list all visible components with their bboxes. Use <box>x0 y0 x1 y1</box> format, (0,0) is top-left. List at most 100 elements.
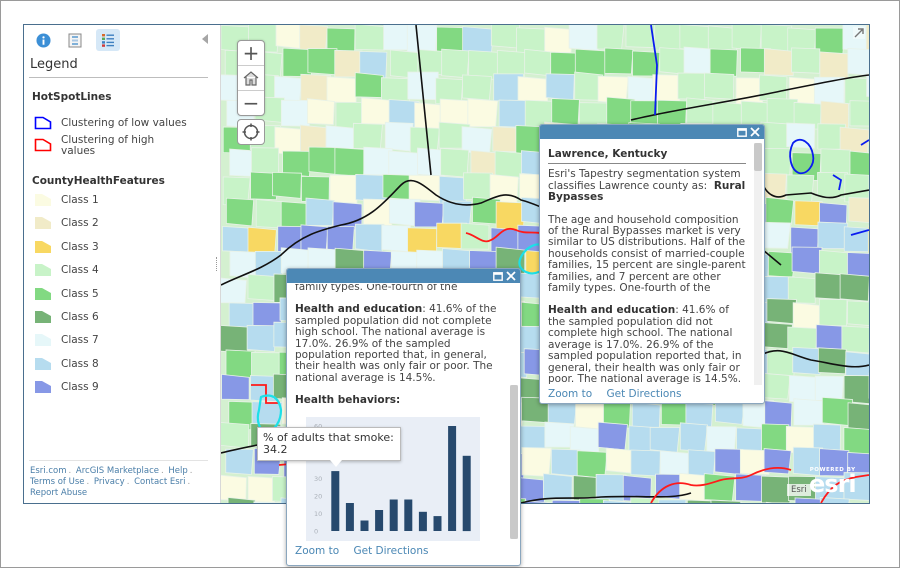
collapse-panel-arrow-icon[interactable] <box>202 34 208 44</box>
county-polygon <box>306 98 335 125</box>
red-outline-swatch-icon <box>34 138 52 152</box>
zoom-out-button[interactable]: − <box>238 91 264 115</box>
legend-label: Clustering of high values <box>61 134 155 157</box>
county-polygon <box>494 150 523 180</box>
county-polygon <box>407 227 438 255</box>
county-polygon <box>761 221 792 249</box>
fullscreen-toggle-icon[interactable] <box>853 27 865 39</box>
county-polygon <box>839 273 869 302</box>
county-polygon <box>406 25 438 54</box>
county-polygon <box>654 25 683 51</box>
bar-5 <box>389 499 398 531</box>
maximize-button[interactable] <box>737 126 747 138</box>
close-button[interactable] <box>506 270 516 282</box>
legend-label: Class 9 <box>61 381 99 394</box>
intro-text: Esri's Tapestry segmentation system clas… <box>548 168 741 192</box>
link-report-abuse[interactable]: Report Abuse <box>30 488 87 498</box>
scrollbar-thumb[interactable] <box>510 385 518 539</box>
county-polygon <box>763 147 792 177</box>
legend-label: Class 1 <box>61 194 99 206</box>
y-tick-label: 0 <box>314 528 318 536</box>
esri-logo[interactable]: POWERED BY esri <box>809 467 857 496</box>
close-icon <box>506 271 516 281</box>
popup-content: Lawrence, Kentucky Esri's Tapestry segme… <box>548 148 746 385</box>
sidebar-panel: Legend HotSpotLines Clustering of low va… <box>24 25 221 503</box>
county-polygon <box>847 402 869 432</box>
popup-scrollbar[interactable] <box>754 143 762 385</box>
popup-title: Lawrence, Kentucky <box>548 148 746 165</box>
county-polygon <box>381 224 411 253</box>
scrollbar-thumb[interactable] <box>754 143 762 171</box>
county-polygon <box>329 174 359 204</box>
class-swatch-icon <box>35 264 51 277</box>
county-polygon <box>247 476 277 503</box>
tab-content[interactable] <box>64 30 86 50</box>
close-button[interactable] <box>750 126 760 138</box>
county-polygon <box>763 448 792 475</box>
county-polygon <box>542 473 573 501</box>
county-polygon <box>246 324 277 352</box>
legend-label: Class 3 <box>61 240 99 253</box>
legend-label: Class 4 <box>61 264 99 277</box>
class-swatch-icon <box>35 381 51 394</box>
zoom-to-link[interactable]: Zoom to <box>295 545 339 557</box>
county-polygon <box>767 250 797 278</box>
locate-button[interactable] <box>237 119 265 145</box>
popup-actions: Zoom to Get Directions <box>548 388 692 400</box>
county-polygon <box>271 171 302 199</box>
county-polygon <box>225 197 255 227</box>
county-polygon <box>630 449 661 477</box>
health-text: : 41.6% of the sampled population did no… <box>548 304 742 385</box>
bar-1 <box>331 471 340 531</box>
county-polygon <box>384 121 414 152</box>
health-education-para: Health and education: 41.6% of the sampl… <box>295 304 501 384</box>
legend-item-class-2: Class 2 <box>34 216 99 234</box>
county-polygon <box>597 421 628 451</box>
link-arcgis-marketplace[interactable]: ArcGIS Marketplace <box>76 466 159 476</box>
legend-item-class-1: Class 1 <box>34 193 99 211</box>
map-attribution[interactable]: Esri <box>787 484 811 496</box>
class-swatch-icon <box>35 287 51 300</box>
county-polygon <box>545 73 575 101</box>
legend-title: Legend <box>30 57 78 72</box>
popup-titlebar <box>287 269 520 283</box>
county-polygon <box>354 72 384 98</box>
county-polygon <box>762 372 791 400</box>
segment-description: The age and household composition of the… <box>548 213 746 295</box>
panel-splitter-handle[interactable] <box>216 257 219 271</box>
county-polygon <box>814 375 845 402</box>
get-directions-link[interactable]: Get Directions <box>607 388 682 400</box>
county-polygon <box>704 72 735 100</box>
tab-legend[interactable] <box>96 29 120 51</box>
zoom-to-link[interactable]: Zoom to <box>548 388 592 400</box>
legend-label: Class 5 <box>61 287 99 300</box>
tab-about[interactable] <box>32 30 54 50</box>
home-button[interactable] <box>238 66 264 91</box>
zoom-in-button[interactable]: + <box>238 41 264 66</box>
county-polygon <box>253 501 285 503</box>
health-education-para: Health and education: 41.6% of the sampl… <box>548 305 746 385</box>
bar-8 <box>433 516 442 531</box>
county-polygon <box>677 72 708 100</box>
legend-divider <box>29 77 208 78</box>
county-polygon <box>521 447 552 477</box>
county-polygon <box>849 100 869 127</box>
county-polygon <box>305 197 335 227</box>
county-polygon <box>467 98 499 128</box>
blue-outline-swatch-icon <box>34 116 52 130</box>
legend-item-class-6: Class 6 <box>34 310 99 328</box>
county-polygon <box>766 298 797 325</box>
get-directions-link[interactable]: Get Directions <box>354 545 429 557</box>
maximize-button[interactable] <box>493 270 503 282</box>
link-contact-esri[interactable]: Contact Esri <box>134 477 185 487</box>
footer-divider <box>29 460 208 461</box>
link-terms-of-use[interactable]: Terms of Use <box>30 477 85 487</box>
footer-links: Esri.com. ArcGIS Marketplace. Help. Term… <box>30 466 193 498</box>
county-polygon <box>714 448 744 476</box>
county-polygon <box>818 298 848 327</box>
link-help[interactable]: Help <box>168 466 187 476</box>
county-polygon <box>300 73 331 104</box>
link-esri-com[interactable]: Esri.com <box>30 466 67 476</box>
popup-scrollbar[interactable] <box>510 385 518 539</box>
link-privacy[interactable]: Privacy <box>94 477 125 487</box>
